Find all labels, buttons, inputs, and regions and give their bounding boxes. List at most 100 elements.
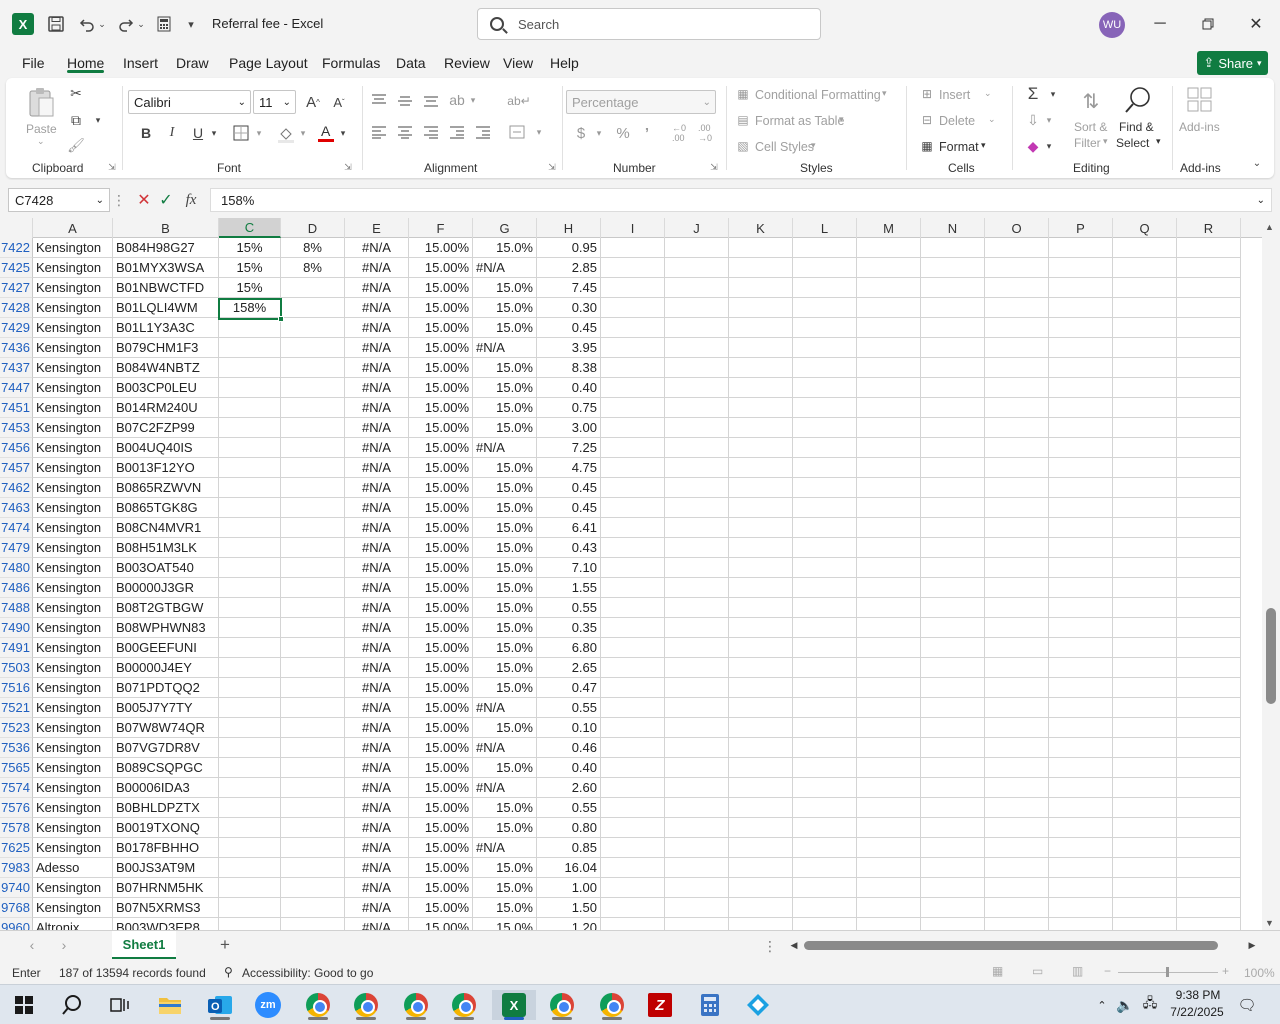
empty-cell[interactable] [985, 638, 1049, 658]
row-header[interactable]: 7422 [0, 238, 33, 258]
empty-cell[interactable] [1113, 498, 1177, 518]
empty-cell[interactable] [601, 798, 665, 818]
row-header[interactable]: 7463 [0, 498, 33, 518]
cell-b[interactable]: B014RM240U [113, 398, 219, 418]
cell-b[interactable]: B079CHM1F3 [113, 338, 219, 358]
empty-cell[interactable] [985, 658, 1049, 678]
empty-cell[interactable] [793, 918, 857, 930]
row-header[interactable]: 7521 [0, 698, 33, 718]
empty-cell[interactable] [1113, 658, 1177, 678]
cell-d[interactable] [281, 678, 345, 698]
cell-h[interactable]: 1.50 [537, 898, 601, 918]
cell-d[interactable] [281, 758, 345, 778]
cell-e[interactable]: #N/A [345, 778, 409, 798]
cell-g[interactable]: 15.0% [473, 798, 537, 818]
cell-g[interactable]: 15.0% [473, 558, 537, 578]
empty-cell[interactable] [729, 518, 793, 538]
cell-d[interactable]: 8% [281, 238, 345, 258]
empty-cell[interactable] [857, 438, 921, 458]
windows-start-icon[interactable] [8, 990, 40, 1020]
empty-cell[interactable] [1177, 398, 1241, 418]
empty-cell[interactable] [1177, 758, 1241, 778]
format-as-table-icon[interactable]: ▤ [734, 112, 752, 128]
expand-formula-bar-icon[interactable]: ⌄ [1257, 195, 1265, 206]
cell-a[interactable]: Kensington [33, 758, 113, 778]
cell-d[interactable] [281, 298, 345, 318]
redo-dropdown-icon[interactable]: ⌄ [136, 12, 146, 36]
cell-b[interactable]: B0178FBHHO [113, 838, 219, 858]
insert-function-icon[interactable]: fx [180, 189, 202, 211]
decrease-indent-icon[interactable] [446, 122, 468, 142]
empty-cell[interactable] [601, 578, 665, 598]
empty-cell[interactable] [985, 278, 1049, 298]
cell-d[interactable] [281, 578, 345, 598]
decrease-font-size-icon[interactable]: Aˇ [328, 92, 350, 112]
empty-cell[interactable] [1049, 898, 1113, 918]
empty-cell[interactable] [1049, 598, 1113, 618]
empty-cell[interactable] [985, 538, 1049, 558]
cell-f[interactable]: 15.00% [409, 738, 473, 758]
empty-cell[interactable] [1049, 298, 1113, 318]
conditional-formatting-label[interactable]: Conditional Formatting [755, 88, 881, 102]
cell-b[interactable]: B01L1Y3A3C [113, 318, 219, 338]
empty-cell[interactable] [601, 758, 665, 778]
cell-a[interactable]: Kensington [33, 798, 113, 818]
row-header[interactable]: 7488 [0, 598, 33, 618]
middle-align-icon[interactable] [394, 90, 416, 110]
cell-h[interactable]: 6.80 [537, 638, 601, 658]
row-header[interactable]: 7447 [0, 378, 33, 398]
share-button[interactable]: ⇪ Share ▾ [1197, 51, 1268, 75]
empty-cell[interactable] [921, 638, 985, 658]
customize-qat-icon[interactable]: ▾ [184, 12, 198, 36]
cell-a[interactable]: Kensington [33, 358, 113, 378]
cell-c[interactable]: 15% [219, 238, 281, 258]
cell-g[interactable]: 15.0% [473, 758, 537, 778]
cell-b[interactable]: B0865RZWVN [113, 478, 219, 498]
cell-d[interactable] [281, 598, 345, 618]
cell-c[interactable] [219, 498, 281, 518]
empty-cell[interactable] [1177, 578, 1241, 598]
empty-cell[interactable] [1177, 358, 1241, 378]
empty-cell[interactable] [857, 758, 921, 778]
cell-e[interactable]: #N/A [345, 738, 409, 758]
cell-c[interactable] [219, 338, 281, 358]
cell-b[interactable]: B003WD3EP8 [113, 918, 219, 930]
add-sheet-icon[interactable]: + [216, 935, 234, 954]
empty-cell[interactable] [1177, 818, 1241, 838]
name-box[interactable]: C7428 ⌄ [8, 188, 110, 212]
cell-f[interactable]: 15.00% [409, 638, 473, 658]
row-header[interactable]: 7462 [0, 478, 33, 498]
empty-cell[interactable] [601, 238, 665, 258]
empty-cell[interactable] [793, 858, 857, 878]
empty-cell[interactable] [665, 598, 729, 618]
empty-cell[interactable] [1113, 638, 1177, 658]
row-header[interactable]: 7437 [0, 358, 33, 378]
sort-label[interactable]: Sort & [1074, 120, 1107, 134]
cell-f[interactable]: 15.00% [409, 398, 473, 418]
row-header[interactable]: 7453 [0, 418, 33, 438]
cell-c[interactable] [219, 918, 281, 930]
cell-g[interactable]: 15.0% [473, 818, 537, 838]
cell-a[interactable]: Kensington [33, 638, 113, 658]
empty-cell[interactable] [793, 778, 857, 798]
cell-f[interactable]: 15.00% [409, 258, 473, 278]
empty-cell[interactable] [665, 338, 729, 358]
empty-cell[interactable] [1177, 898, 1241, 918]
empty-cell[interactable] [665, 418, 729, 438]
merge-dropdown-icon[interactable]: ▾ [534, 124, 544, 140]
cell-a[interactable]: Kensington [33, 378, 113, 398]
empty-cell[interactable] [857, 478, 921, 498]
cell-c[interactable] [219, 398, 281, 418]
empty-cell[interactable] [1049, 658, 1113, 678]
cell-e[interactable]: #N/A [345, 878, 409, 898]
empty-cell[interactable] [857, 278, 921, 298]
cell-c[interactable] [219, 318, 281, 338]
cell-b[interactable]: B08CN4MVR1 [113, 518, 219, 538]
conditional-formatting-icon[interactable]: ▦ [734, 86, 752, 102]
empty-cell[interactable] [1177, 318, 1241, 338]
empty-cell[interactable] [1177, 718, 1241, 738]
select-label[interactable]: Select [1116, 136, 1149, 150]
horizontal-scroll-thumb[interactable] [804, 941, 1218, 950]
empty-cell[interactable] [793, 618, 857, 638]
empty-cell[interactable] [793, 238, 857, 258]
